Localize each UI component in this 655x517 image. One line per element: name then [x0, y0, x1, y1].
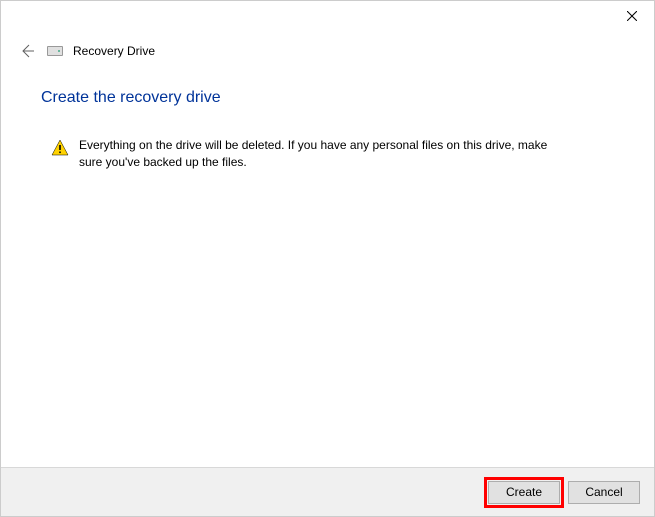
cancel-button[interactable]: Cancel [568, 481, 640, 504]
back-button[interactable] [17, 41, 37, 61]
footer: Create Cancel [1, 467, 654, 516]
drive-icon [47, 46, 63, 56]
warning-message: Everything on the drive will be deleted.… [41, 137, 614, 171]
page-title: Create the recovery drive [41, 89, 614, 107]
header-title: Recovery Drive [73, 44, 155, 58]
wizard-header: Recovery Drive [1, 31, 654, 61]
warning-icon [51, 139, 69, 157]
create-button[interactable]: Create [488, 481, 560, 504]
warning-text: Everything on the drive will be deleted.… [79, 137, 549, 171]
close-button[interactable] [609, 1, 654, 31]
close-icon [627, 11, 637, 21]
content-area: Create the recovery drive Everything on … [1, 61, 654, 171]
back-arrow-icon [19, 43, 35, 59]
title-bar [1, 1, 654, 31]
